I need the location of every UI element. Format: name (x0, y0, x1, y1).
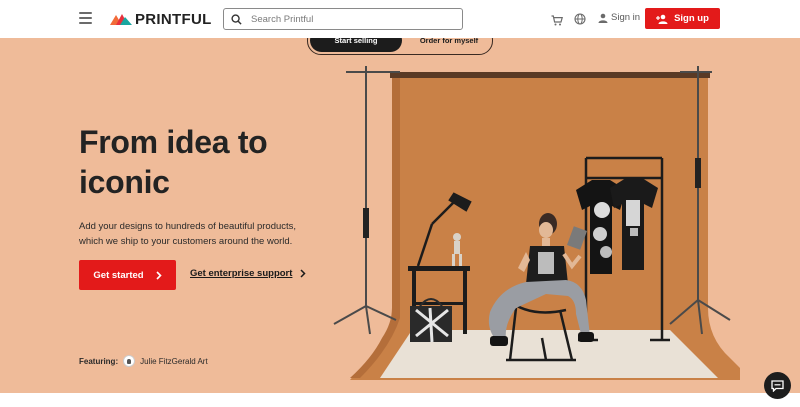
audience-toggle: Start selling Order for myself (307, 38, 493, 55)
add-user-icon (656, 14, 668, 24)
hero-photo (333, 66, 740, 380)
chevron-right-icon (300, 269, 306, 278)
artist-avatar (123, 355, 136, 367)
signin-link[interactable]: Sign in (598, 12, 640, 23)
chat-icon (771, 379, 784, 392)
printful-logo[interactable]: PRINTFUL (110, 10, 212, 28)
search-input[interactable] (251, 13, 451, 25)
tab-start-selling[interactable]: Start selling (310, 38, 402, 52)
enterprise-support-link[interactable]: Get enterprise support (190, 268, 306, 279)
search-icon (231, 13, 242, 25)
signup-label: Sign up (674, 13, 709, 24)
logo-text: PRINTFUL (135, 10, 212, 28)
signup-button[interactable]: Sign up (645, 8, 720, 29)
user-icon (598, 13, 608, 23)
featuring-credit: Featuring: Julie FitzGerald Art (79, 355, 208, 367)
cart-icon[interactable] (551, 13, 563, 31)
logo-mark-icon (110, 14, 132, 25)
chat-button[interactable] (764, 372, 791, 399)
light-stand-left (333, 66, 400, 335)
get-started-button[interactable]: Get started (79, 260, 176, 290)
top-nav: PRINTFUL Sign in (0, 0, 800, 38)
hero-headline: From idea to iconic (79, 124, 268, 200)
search-bar[interactable] (223, 8, 463, 30)
chevron-right-icon (156, 270, 162, 280)
menu-icon[interactable] (79, 12, 92, 24)
tab-order-for-myself[interactable]: Order for myself (406, 38, 492, 52)
hero-section: Start selling Order for myself From idea… (0, 38, 800, 393)
globe-icon[interactable] (574, 12, 586, 30)
hero-subtext: Add your designs to hundreds of beautifu… (79, 221, 297, 247)
signin-label: Sign in (611, 12, 641, 23)
get-started-label: Get started (93, 269, 144, 281)
featuring-label: Featuring: (79, 356, 119, 366)
enterprise-support-label: Get enterprise support (190, 268, 293, 279)
featuring-name: Julie FitzGerald Art (140, 356, 208, 366)
